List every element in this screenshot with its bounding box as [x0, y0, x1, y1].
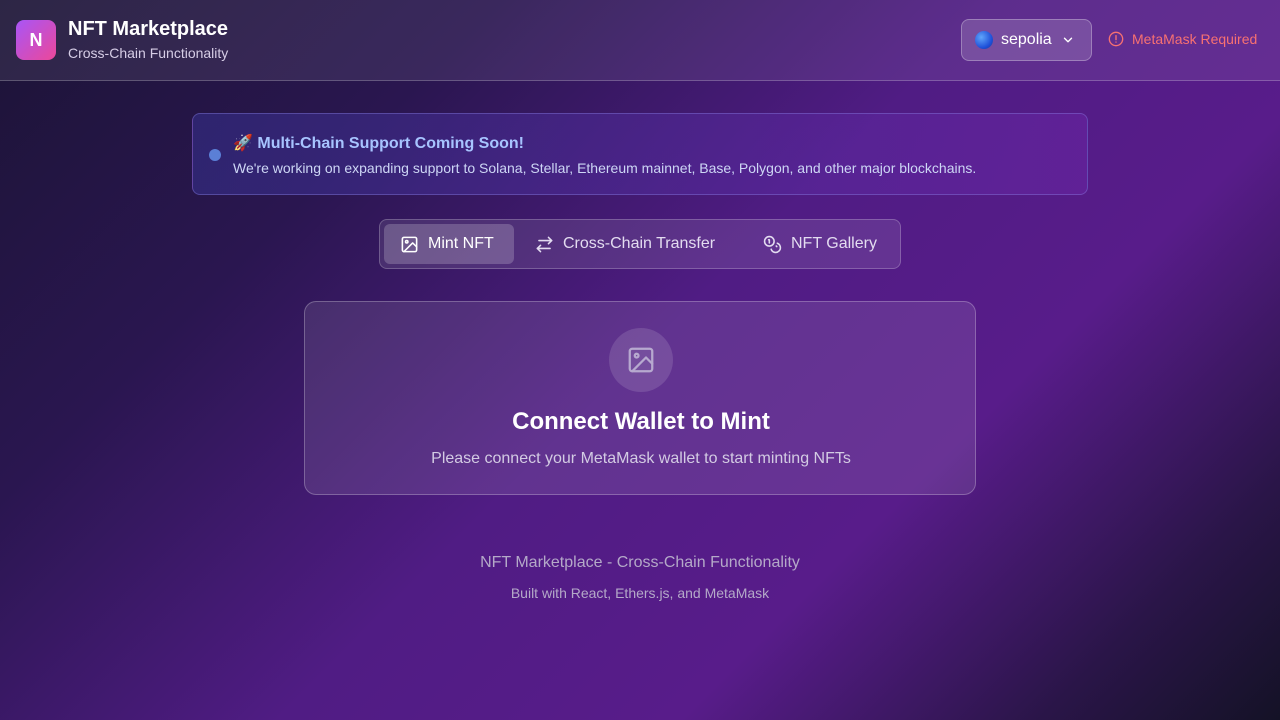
network-selector[interactable]: sepolia	[961, 19, 1092, 61]
image-icon	[400, 235, 419, 254]
network-label: sepolia	[1001, 31, 1052, 48]
tab-label: NFT Gallery	[791, 235, 877, 252]
card-description: Please connect your MetaMask wallet to s…	[431, 450, 851, 467]
tab-label: Mint NFT	[428, 235, 494, 252]
rocket-icon: 🚀	[233, 135, 253, 152]
metamask-warning: MetaMask Required	[1108, 31, 1257, 47]
card-title: Connect Wallet to Mint	[512, 408, 770, 435]
app-header: N NFT Marketplace Cross-Chain Functional…	[0, 0, 1280, 81]
app-title: NFT Marketplace	[68, 18, 229, 40]
banner-title: 🚀 Multi-Chain Support Coming Soon!	[233, 133, 524, 153]
banner-text: We're working on expanding support to So…	[233, 160, 977, 176]
app-subtitle: Cross-Chain Functionality	[68, 45, 229, 61]
footer-credits: Built with React, Ethers.js, and MetaMas…	[510, 585, 770, 601]
multichain-banner: 🚀 Multi-Chain Support Coming Soon! We're…	[192, 113, 1088, 195]
card-image-icon	[609, 328, 673, 392]
network-globe-icon	[975, 31, 993, 49]
alert-circle-icon	[1108, 31, 1124, 47]
tab-label: Cross-Chain Transfer	[563, 235, 716, 252]
info-dot-icon	[209, 149, 221, 161]
connect-wallet-card: Connect Wallet to Mint Please connect yo…	[304, 301, 976, 495]
footer-title: NFT Marketplace - Cross-Chain Functional…	[480, 554, 800, 571]
tab-cross-chain-transfer[interactable]: Cross-Chain Transfer	[535, 224, 715, 264]
metamask-warning-text: MetaMask Required	[1132, 31, 1258, 47]
banner-title-text: Multi-Chain Support Coming Soon!	[257, 135, 524, 152]
chevron-down-icon	[1061, 33, 1075, 47]
coins-icon	[763, 235, 782, 254]
main-tabs: Mint NFT Cross-Chain Transfer NFT Galler…	[379, 219, 901, 269]
tab-mint-nft[interactable]: Mint NFT	[384, 224, 514, 264]
tab-nft-gallery[interactable]: NFT Gallery	[763, 224, 877, 264]
arrows-swap-icon	[535, 235, 554, 254]
app-logo: N	[16, 20, 56, 60]
